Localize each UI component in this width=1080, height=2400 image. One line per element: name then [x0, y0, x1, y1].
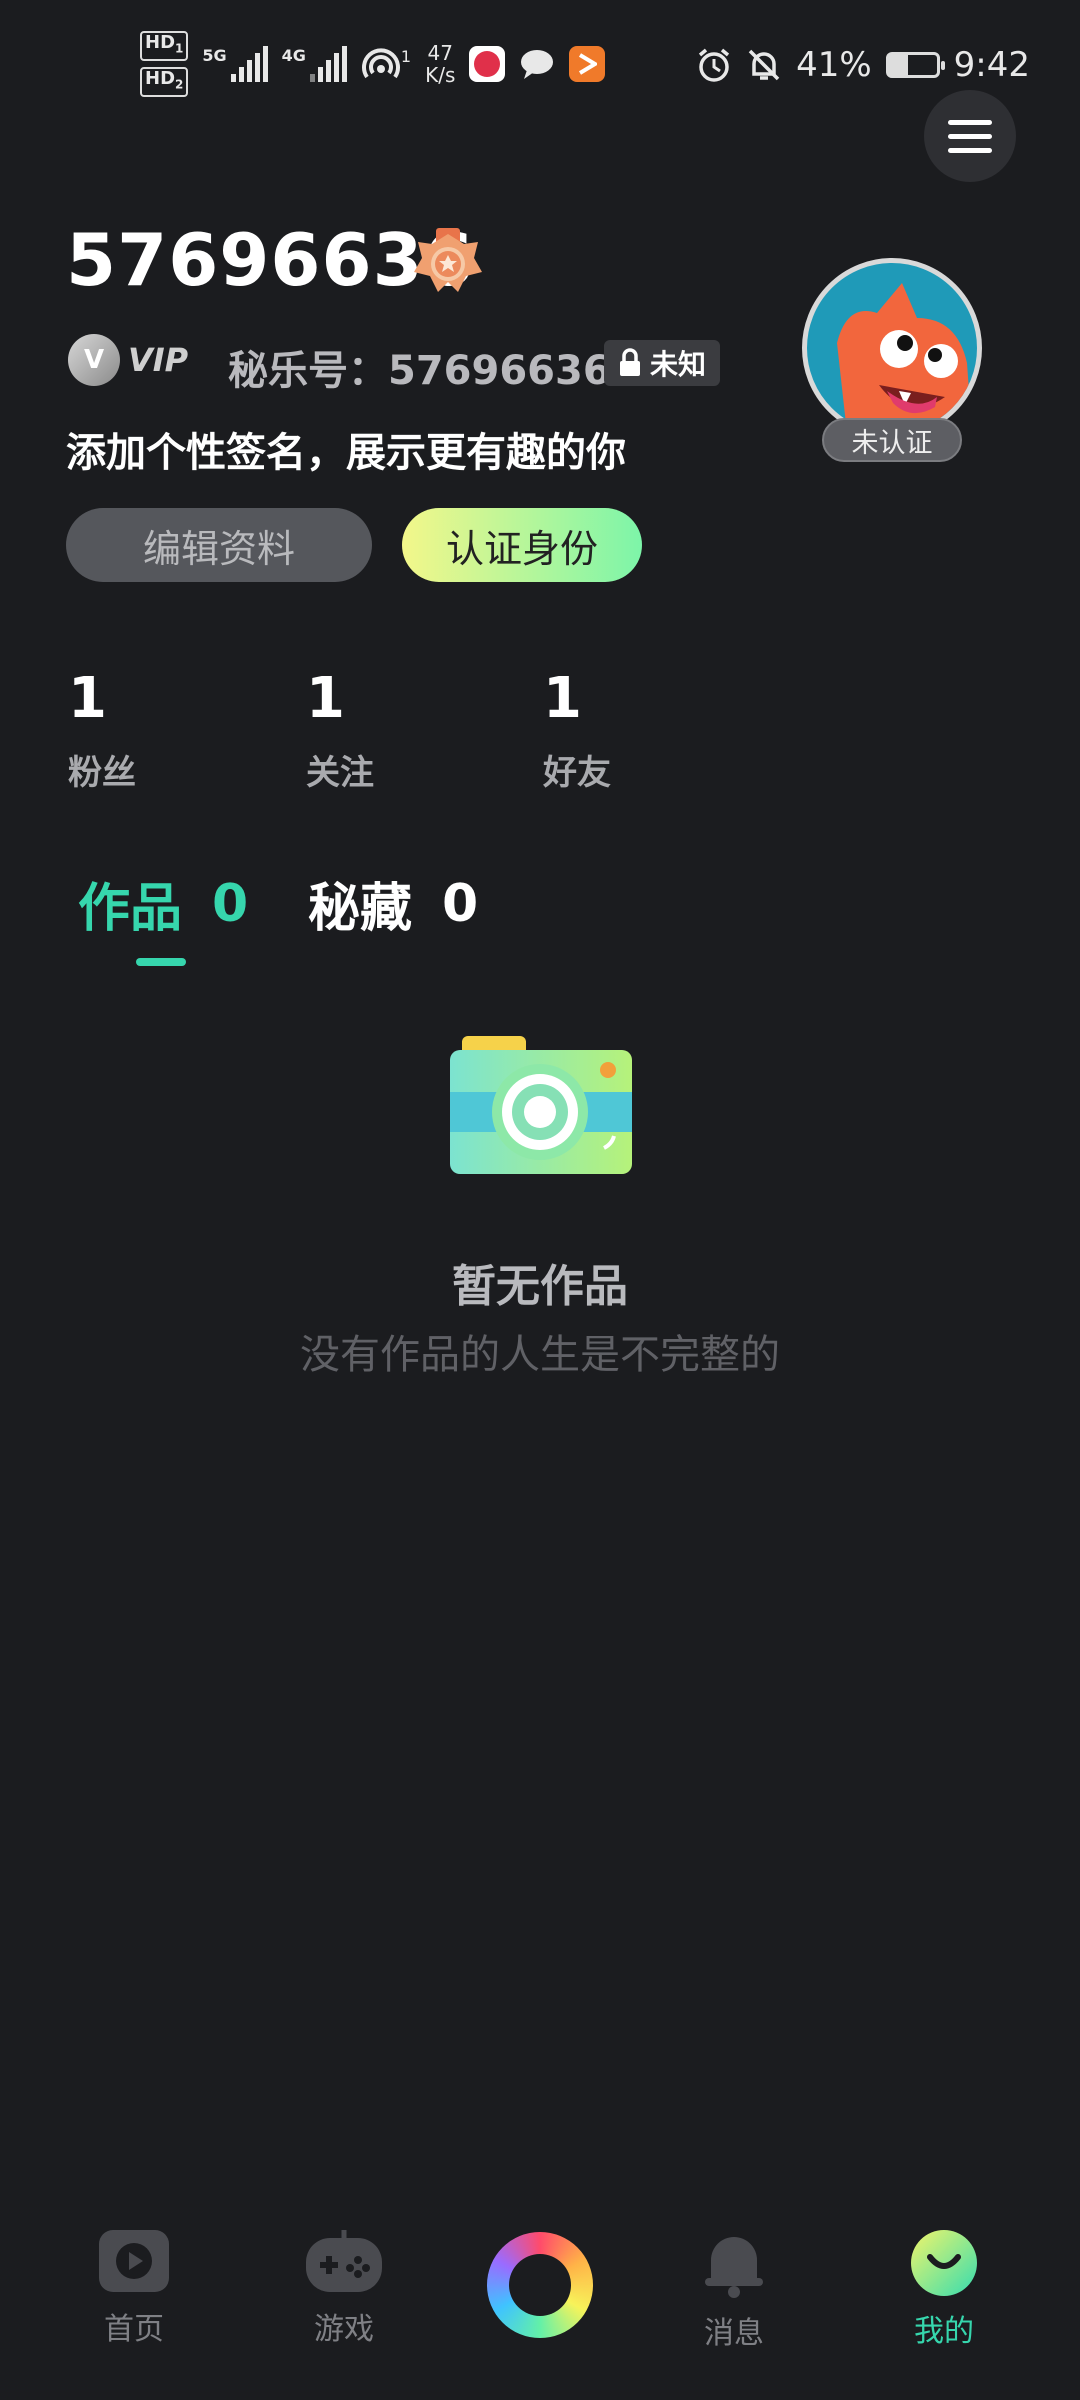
status-bar: HD1 HD2 5G 4G 1 47 K/s 41% 9:42 [0, 0, 1080, 130]
battery-level [888, 55, 909, 75]
create-ring-icon [487, 2232, 593, 2338]
stat-value: 1 [68, 666, 107, 731]
lock-icon [620, 348, 640, 376]
status-right: 41% 9:42 [696, 40, 1030, 90]
nav-label: 游戏 [314, 2312, 374, 2347]
nav-label: 首页 [104, 2312, 164, 2347]
hd2-label: HD2 [140, 67, 189, 97]
vip-label: VIP [128, 341, 189, 379]
stat-following[interactable]: 1 关注 [306, 666, 506, 794]
stat-friends[interactable]: 1 好友 [543, 666, 743, 794]
hd-indicators: HD1 HD2 [140, 31, 189, 97]
tab-label: 秘藏 [308, 879, 413, 939]
vip-icon: V [68, 334, 120, 386]
hotspot-icon [361, 48, 400, 79]
tab-underline [136, 958, 186, 966]
nav-label: 消息 [704, 2316, 764, 2351]
hd1-label: HD1 [140, 31, 189, 61]
empty-subtitle: 没有作品的人生是不完整的 [300, 1332, 780, 1378]
alarm-icon [698, 48, 730, 82]
tab-collection[interactable]: 秘藏 0 [308, 866, 478, 941]
menu-button[interactable] [924, 90, 1016, 182]
medal-icon [414, 228, 482, 292]
battery-icon [885, 52, 945, 78]
stat-value: 1 [543, 666, 582, 731]
nav-create[interactable] [460, 2228, 620, 2348]
edit-profile-button[interactable]: 编辑资料 [66, 508, 372, 582]
nav-me[interactable]: 我的 [864, 2228, 1024, 2350]
gamepad-icon [306, 2230, 382, 2292]
tab-count: 0 [212, 873, 249, 934]
miluo-id: 秘乐号：57696636 [228, 348, 611, 394]
camera-icon [450, 1036, 632, 1174]
nav-messages[interactable]: 消息 [654, 2228, 814, 2352]
hotspot: 1 [361, 47, 411, 81]
stat-followers[interactable]: 1 粉丝 [68, 666, 268, 794]
net-speed: 47 K/s [425, 41, 456, 87]
privacy-badge[interactable]: 未知 [604, 340, 721, 386]
battery-percent: 41% [796, 45, 872, 85]
tab-works[interactable]: 作品 0 [78, 866, 248, 941]
privacy-label: 未知 [650, 348, 707, 381]
play-icon [99, 2230, 169, 2292]
stat-label: 关注 [306, 753, 374, 793]
signal-bars-icon [309, 46, 347, 82]
monster-avatar-icon [837, 283, 972, 433]
avatar[interactable] [802, 258, 982, 438]
smile-face-icon [911, 2230, 977, 2296]
app-notification-icon [469, 46, 506, 82]
nav-games[interactable]: 游戏 [264, 2228, 424, 2348]
bell-icon [705, 2237, 763, 2298]
nav-home[interactable]: 首页 [54, 2228, 214, 2348]
verify-status-badge: 未认证 [822, 418, 962, 462]
nav-label: 我的 [914, 2314, 974, 2349]
signal-5g: 5G [202, 46, 268, 82]
chat-bubble-icon [519, 46, 555, 82]
signature[interactable]: 添加个性签名，展示更有趣的你 [66, 420, 626, 478]
mute-bell-icon [748, 49, 780, 81]
video-app-icon [569, 46, 606, 82]
status-left: HD1 HD2 5G 4G 1 47 K/s [140, 31, 606, 97]
tab-label: 作品 [78, 879, 183, 939]
clock: 9:42 [953, 45, 1030, 85]
bottom-nav: 首页 游戏 消息 我的 [0, 2228, 1080, 2400]
signal-4g: 4G [282, 46, 347, 82]
vip-badge[interactable]: V VIP [68, 334, 188, 386]
tab-count: 0 [442, 873, 479, 934]
signal-bars-icon [230, 46, 268, 82]
stat-label: 好友 [543, 753, 611, 793]
stat-value: 1 [306, 666, 345, 731]
stat-label: 粉丝 [68, 753, 136, 793]
menu-icon [948, 119, 992, 125]
verify-identity-button[interactable]: 认证身份 [402, 508, 642, 582]
empty-title: 暂无作品 [452, 1261, 628, 1312]
